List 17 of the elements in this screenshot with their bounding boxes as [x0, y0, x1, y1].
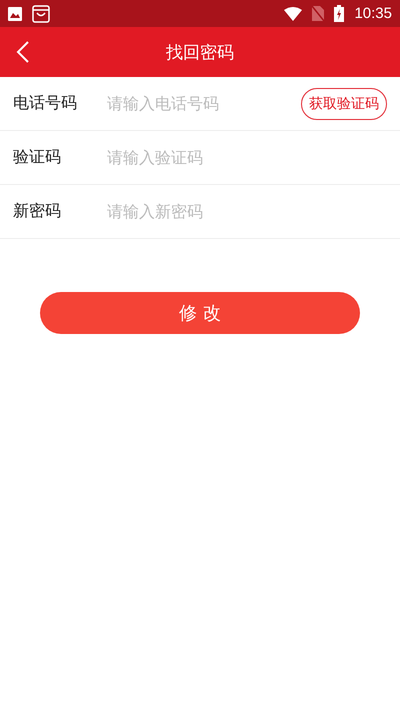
clock-time: 10:35	[354, 5, 392, 22]
back-button[interactable]	[16, 40, 30, 64]
get-code-button[interactable]: 获取验证码	[301, 88, 387, 120]
no-sim-icon	[312, 6, 324, 21]
shopping-bag-icon	[32, 4, 50, 22]
input-field[interactable]: 请输入电话号码	[107, 94, 301, 113]
submit-button[interactable]: 修 改	[40, 292, 360, 334]
battery-charging-icon	[334, 5, 344, 22]
field-label: 验证码	[13, 147, 62, 168]
input-field[interactable]: 请输入新密码	[107, 202, 387, 221]
wifi-icon	[284, 6, 302, 20]
input-field[interactable]: 请输入验证码	[107, 148, 387, 167]
field-label: 新密码	[13, 201, 62, 222]
field-label: 电话号码	[13, 93, 78, 114]
image-icon	[8, 6, 22, 20]
back-icon	[16, 40, 30, 64]
page-title: 找回密码	[166, 42, 234, 62]
